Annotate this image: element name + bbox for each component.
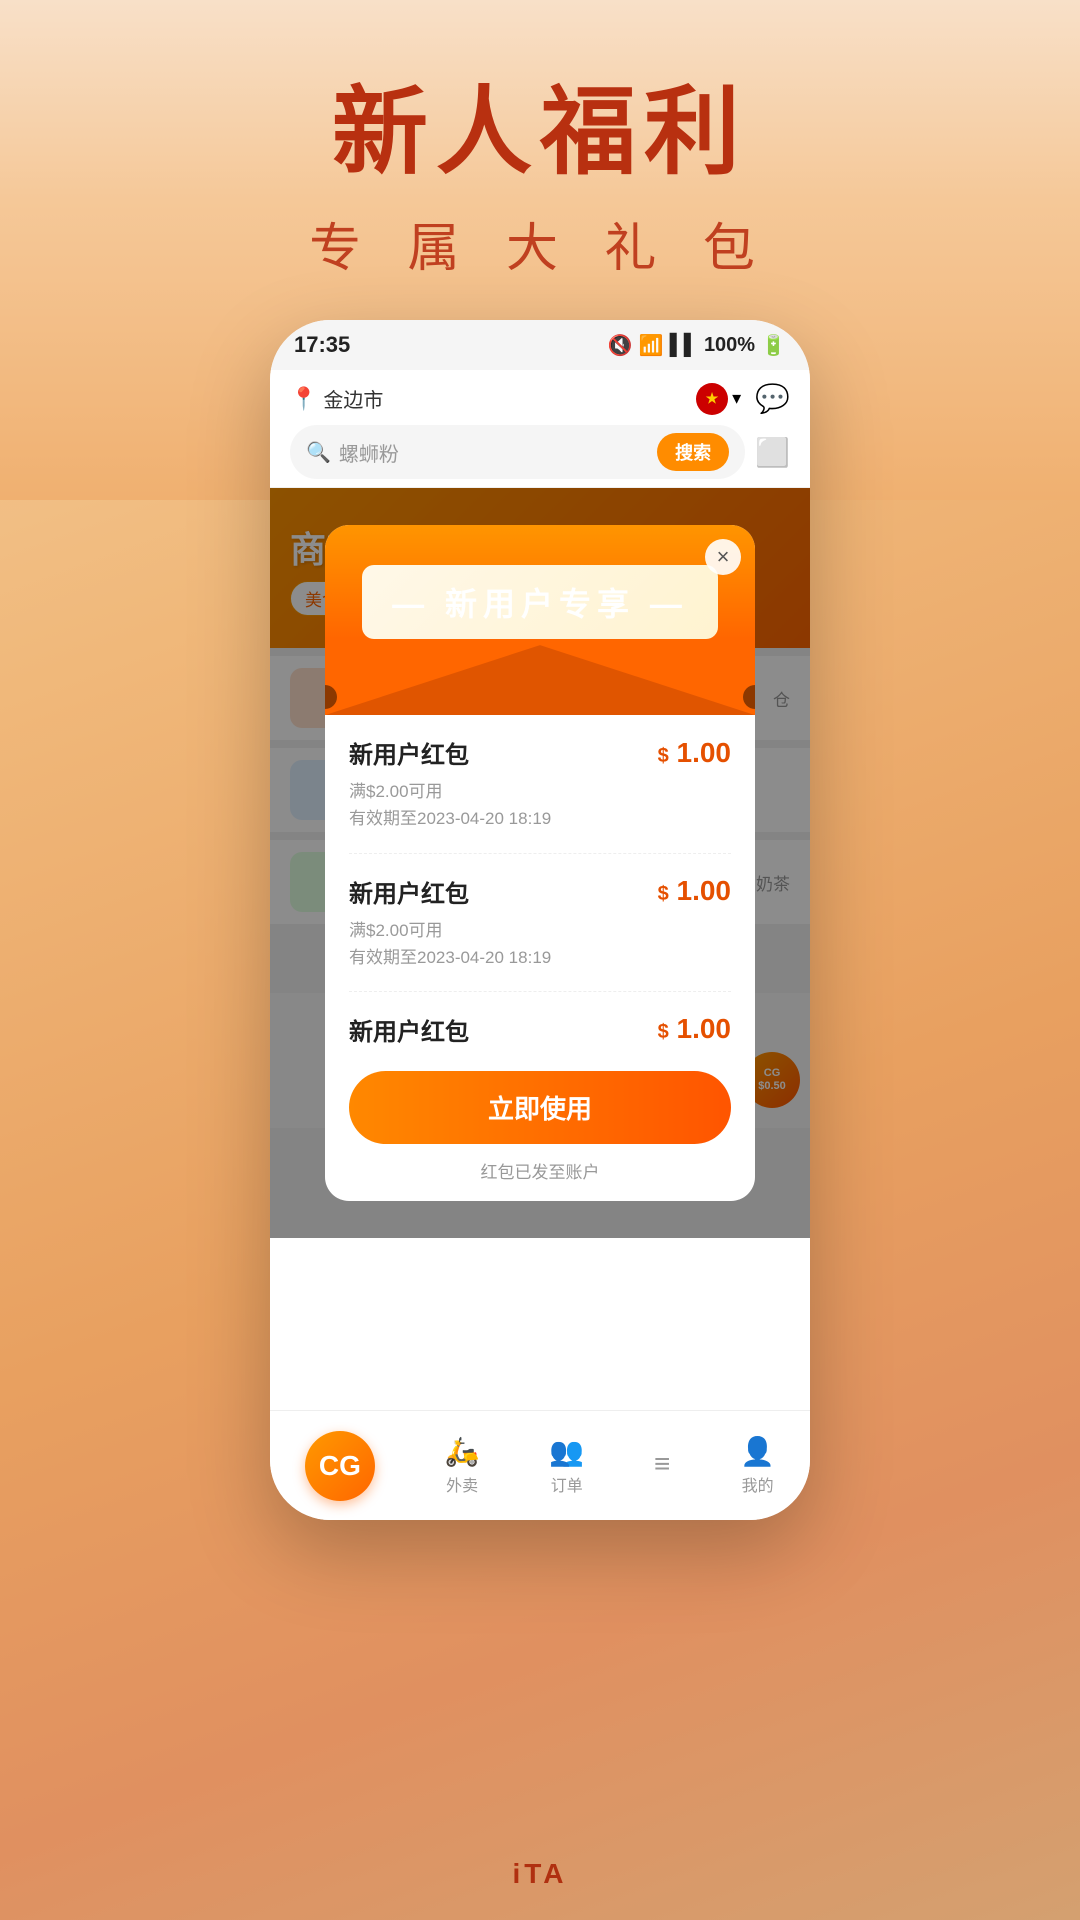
nav-item-menu[interactable]: ≡ (654, 1448, 670, 1484)
location-area[interactable]: 📍 金边市 (290, 384, 383, 413)
coupon-item-1-top: 新用户红包 $ 1.00 (349, 735, 731, 770)
coupon-list: 新用户红包 $ 1.00 满$2.00可用 有效期至2023-04-20 18:… (325, 715, 755, 1061)
modal-close-button[interactable]: × (705, 539, 741, 575)
coupon-1-detail: 满$2.00可用 有效期至2023-04-20 18:19 (349, 778, 731, 832)
coupon-item-2: 新用户红包 $ 1.00 满$2.00可用 有效期至2023-04-20 18:… (349, 854, 731, 992)
coupon-2-name: 新用户红包 (349, 874, 469, 909)
order-label: 订单 (551, 1472, 583, 1496)
coupon-1-amount: $ 1.00 (658, 737, 731, 769)
coupon-3-amount: $ 1.00 (658, 1013, 731, 1045)
coupon-2-amount: $ 1.00 (658, 875, 731, 907)
nav-item-order[interactable]: 👥 订单 (549, 1435, 584, 1496)
header-top: 📍 金边市 ★ ▾ 💬 (290, 382, 790, 415)
scan-icon[interactable]: ⬜ (755, 436, 790, 469)
status-time: 17:35 (294, 332, 350, 358)
modal-overlay: × — 新用户专享 — (270, 488, 810, 1238)
search-placeholder: 螺蛳粉 (339, 438, 649, 467)
bottom-logo-text: iTA (512, 1858, 567, 1890)
coupon-header-title: — 新用户专享 — (392, 586, 688, 622)
home-logo: CG (319, 1450, 361, 1482)
nav-item-waimai[interactable]: 🛵 外卖 (445, 1435, 480, 1496)
mute-icon: 🔇 (608, 333, 633, 358)
location-icon: 📍 (290, 386, 317, 412)
coupon-1-name: 新用户红包 (349, 735, 469, 770)
fold-right (540, 645, 755, 715)
coupon-item-3-top: 新用户红包 $ 1.00 (349, 1012, 731, 1047)
modal-footer: 红包已发至账户 (325, 1158, 755, 1201)
wifi-icon: 📶 (639, 333, 664, 358)
bottom-nav: CG 🛵 外卖 👥 订单 ≡ 👤 我的 (270, 1410, 810, 1520)
search-button[interactable]: 搜索 (657, 433, 729, 471)
hero-title: 新人福利 (0, 80, 1080, 186)
dropdown-arrow: ▾ (732, 388, 741, 409)
battery-icon: 🔋 (761, 333, 786, 358)
hero-section: 新人福利 专 属 大 礼 包 (0, 0, 1080, 281)
search-icon: 🔍 (306, 440, 331, 465)
coupon-3-name: 新用户红包 (349, 1012, 469, 1047)
phone-mockup: 17:35 🔇 📶 ▌▌ 100% 🔋 📍 金边市 ★ ▾ 💬 (270, 320, 810, 1520)
flag-button[interactable]: ★ ▾ (696, 383, 741, 415)
waimai-icon: 🛵 (445, 1435, 480, 1468)
waimai-label: 外卖 (446, 1472, 478, 1496)
status-right: 🔇 📶 ▌▌ 100% 🔋 (608, 333, 786, 358)
chat-icon[interactable]: 💬 (755, 382, 790, 415)
coupon-item-2-top: 新用户红包 $ 1.00 (349, 874, 731, 909)
location-text: 金边市 (323, 384, 383, 413)
coupon-item-1: 新用户红包 $ 1.00 满$2.00可用 有效期至2023-04-20 18:… (349, 715, 731, 853)
home-button[interactable]: CG (305, 1431, 375, 1501)
coupon-2-detail: 满$2.00可用 有效期至2023-04-20 18:19 (349, 917, 731, 971)
flag-icon: ★ (696, 383, 728, 415)
nav-item-home[interactable]: CG (305, 1431, 375, 1501)
search-bar[interactable]: 🔍 螺蛳粉 搜索 (290, 425, 745, 479)
status-bar: 17:35 🔇 📶 ▌▌ 100% 🔋 (270, 320, 810, 370)
order-icon: 👥 (549, 1435, 584, 1468)
signal-icon: ▌▌ (670, 334, 698, 357)
nav-item-mine[interactable]: 👤 我的 (740, 1435, 775, 1496)
envelope-fold (325, 645, 755, 715)
fold-left (325, 645, 540, 715)
use-button[interactable]: 立即使用 (349, 1071, 731, 1144)
battery-text: 100% (704, 334, 755, 357)
app-header: 📍 金边市 ★ ▾ 💬 🔍 螺蛳粉 搜索 ⬜ (270, 370, 810, 488)
mine-label: 我的 (742, 1472, 774, 1496)
app-content: 商超百货 美食 电商 仓 生活 生活 奶茶 🐟 特价机票 (270, 488, 810, 1238)
modal-box: × — 新用户专享 — (325, 525, 755, 1201)
header-right: ★ ▾ 💬 (696, 382, 790, 415)
coupon-header: — 新用户专享 — (325, 525, 755, 715)
hero-subtitle: 专 属 大 礼 包 (0, 206, 1080, 281)
mine-icon: 👤 (740, 1435, 775, 1468)
menu-icon: ≡ (654, 1448, 670, 1480)
coupon-item-3: 新用户红包 $ 1.00 (349, 992, 731, 1061)
